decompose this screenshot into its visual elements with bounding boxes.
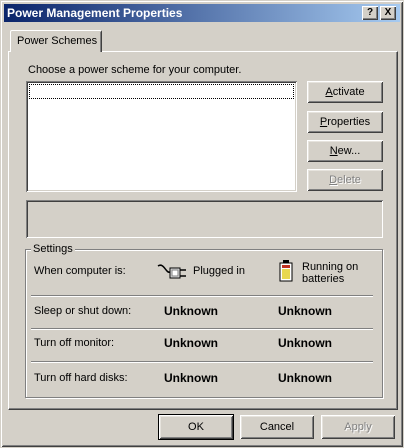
battery-icon bbox=[279, 260, 293, 282]
settings-separator bbox=[31, 295, 373, 297]
apply-button[interactable]: Apply bbox=[321, 415, 395, 439]
title-bar[interactable]: Power Management Properties ? X bbox=[4, 4, 400, 22]
power-scheme-list[interactable] bbox=[26, 81, 297, 192]
new-label: ew... bbox=[337, 145, 361, 157]
properties-label: roperties bbox=[327, 116, 371, 128]
row-label-sleep: Sleep or shut down: bbox=[34, 305, 132, 317]
plug-icon bbox=[157, 264, 186, 279]
row-label-monitor: Turn off monitor: bbox=[34, 337, 115, 349]
activate-mnemonic: A bbox=[325, 86, 333, 98]
help-button[interactable]: ? bbox=[362, 6, 378, 20]
scheme-prompt: Choose a power scheme for your computer. bbox=[28, 64, 242, 76]
apply-label: Apply bbox=[344, 421, 372, 433]
row-label-hard-disks: Turn off hard disks: bbox=[34, 372, 128, 384]
properties-button[interactable]: Properties bbox=[307, 111, 383, 133]
activate-button[interactable]: Activate bbox=[307, 81, 383, 103]
new-button[interactable]: New... bbox=[307, 140, 383, 162]
disks-plugged-value: Unknown bbox=[164, 371, 218, 385]
new-mnemonic: N bbox=[329, 145, 338, 157]
monitor-plugged-value: Unknown bbox=[164, 336, 218, 350]
settings-separator bbox=[31, 328, 373, 330]
list-item-focus[interactable] bbox=[29, 84, 294, 99]
help-icon: ? bbox=[366, 7, 374, 18]
ok-button[interactable]: OK bbox=[158, 414, 234, 440]
activate-label: ctivate bbox=[332, 86, 365, 98]
delete-button[interactable]: Delete bbox=[307, 169, 383, 191]
settings-separator bbox=[31, 361, 373, 363]
window-title: Power Management Properties bbox=[7, 6, 183, 20]
tab-label: Power Schemes bbox=[17, 35, 98, 47]
delete-label: elete bbox=[337, 174, 361, 186]
scheme-description-box bbox=[26, 200, 383, 238]
delete-mnemonic: D bbox=[329, 174, 338, 186]
close-button[interactable]: X bbox=[380, 6, 396, 20]
monitor-battery-value: Unknown bbox=[278, 336, 332, 350]
when-computer-label: When computer is: bbox=[34, 265, 126, 277]
batteries-label: batteries bbox=[302, 273, 345, 285]
disks-battery-value: Unknown bbox=[278, 371, 332, 385]
close-icon: X bbox=[384, 7, 392, 18]
sleep-battery-value: Unknown bbox=[278, 304, 332, 318]
tab-power-schemes[interactable]: Power Schemes bbox=[10, 30, 102, 52]
running-on-label: Running on bbox=[302, 261, 359, 273]
cancel-button[interactable]: Cancel bbox=[240, 415, 314, 439]
power-management-window: Power Management Properties ? X Power Sc… bbox=[0, 0, 404, 448]
sleep-plugged-value: Unknown bbox=[164, 304, 218, 318]
plugged-in-label: Plugged in bbox=[193, 265, 245, 277]
settings-title: Settings bbox=[31, 243, 75, 255]
